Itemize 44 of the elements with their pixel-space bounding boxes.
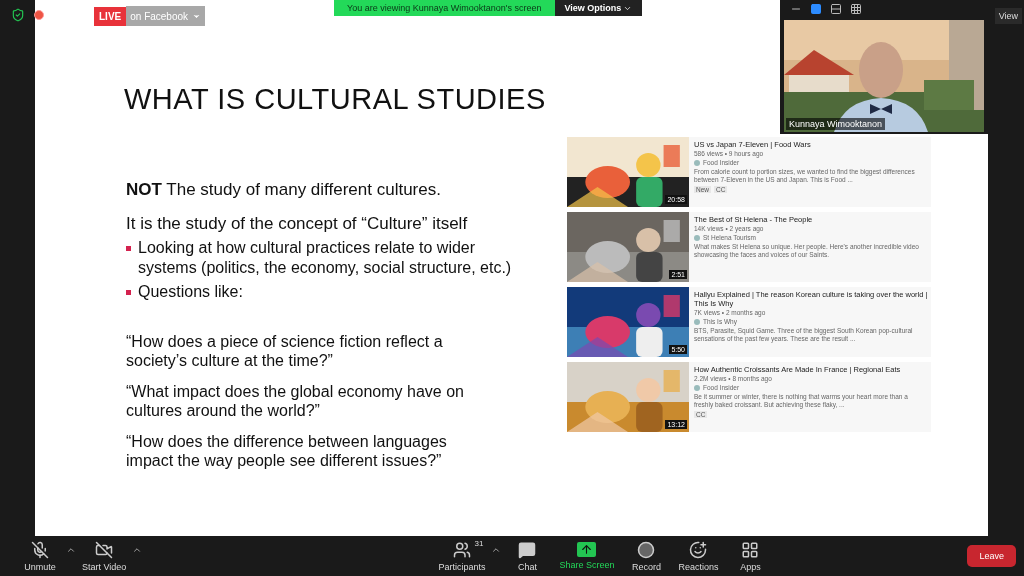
channel-avatar-icon	[694, 318, 700, 325]
shield-icon[interactable]	[10, 8, 25, 22]
apps-icon	[741, 540, 760, 559]
record-icon	[637, 540, 656, 559]
live-badge: LIVE	[94, 6, 127, 26]
speaker-layout-button[interactable]	[810, 3, 822, 15]
reactions-button[interactable]: Reactions	[672, 540, 725, 572]
slide-text: NOT The study of many different cultures.	[126, 180, 442, 200]
chat-button[interactable]: Chat	[501, 540, 554, 572]
viewing-banner: You are viewing Kunnaya Wimooktanon's screen	[334, 0, 555, 16]
view-options-button[interactable]: View Options	[554, 0, 643, 16]
question-text: “How does a piece of science fiction reflect a society’s culture at the time?”	[126, 332, 444, 370]
chat-icon	[518, 540, 537, 559]
mic-button[interactable]: Unmute	[14, 540, 66, 572]
caret-icon[interactable]	[491, 545, 502, 555]
recording-icon	[34, 10, 44, 20]
participant-name: Kunnaya Wimooktanon	[786, 118, 886, 130]
participants-icon	[452, 540, 471, 559]
record-button[interactable]: Record	[620, 540, 673, 572]
gallery-layout-button[interactable]	[850, 3, 862, 15]
bullet-icon	[126, 246, 131, 251]
caret-icon[interactable]	[132, 545, 143, 555]
question-text: “What impact does the global economy have on cultures around the world?”	[126, 382, 465, 420]
channel-avatar-icon	[694, 159, 700, 166]
strip-layout-button[interactable]	[830, 3, 842, 15]
slide-text: It is the study of the concept of “Culture” itself	[126, 214, 469, 234]
slide-title: WHAT IS CULTURAL STUDIES	[124, 82, 546, 117]
video-button[interactable]: Start Video	[76, 540, 133, 572]
bullet-text: Questions like:	[138, 282, 243, 302]
channel-avatar-icon	[694, 384, 700, 391]
participants-button[interactable]: 31 Participants	[432, 540, 492, 572]
channel-avatar-icon	[694, 234, 700, 241]
video-off-icon	[95, 540, 114, 559]
muted-microphone-icon	[31, 540, 49, 559]
share-screen-icon	[577, 542, 597, 557]
bullet-text: Looking at how cultural practices relate to wider systems (politics, the economy, social structure, etc.)	[138, 238, 513, 278]
leave-button[interactable]: Leave	[967, 545, 1016, 567]
caret-icon[interactable]	[66, 545, 76, 555]
apps-button[interactable]: Apps	[724, 540, 777, 572]
question-text: “How does the difference between languages impact the way people see different issues?”	[126, 432, 448, 470]
reactions-icon	[689, 540, 708, 559]
view-button[interactable]: View	[994, 8, 1022, 24]
share-button[interactable]: Share Screen	[553, 542, 621, 570]
bullet-icon	[126, 290, 131, 295]
